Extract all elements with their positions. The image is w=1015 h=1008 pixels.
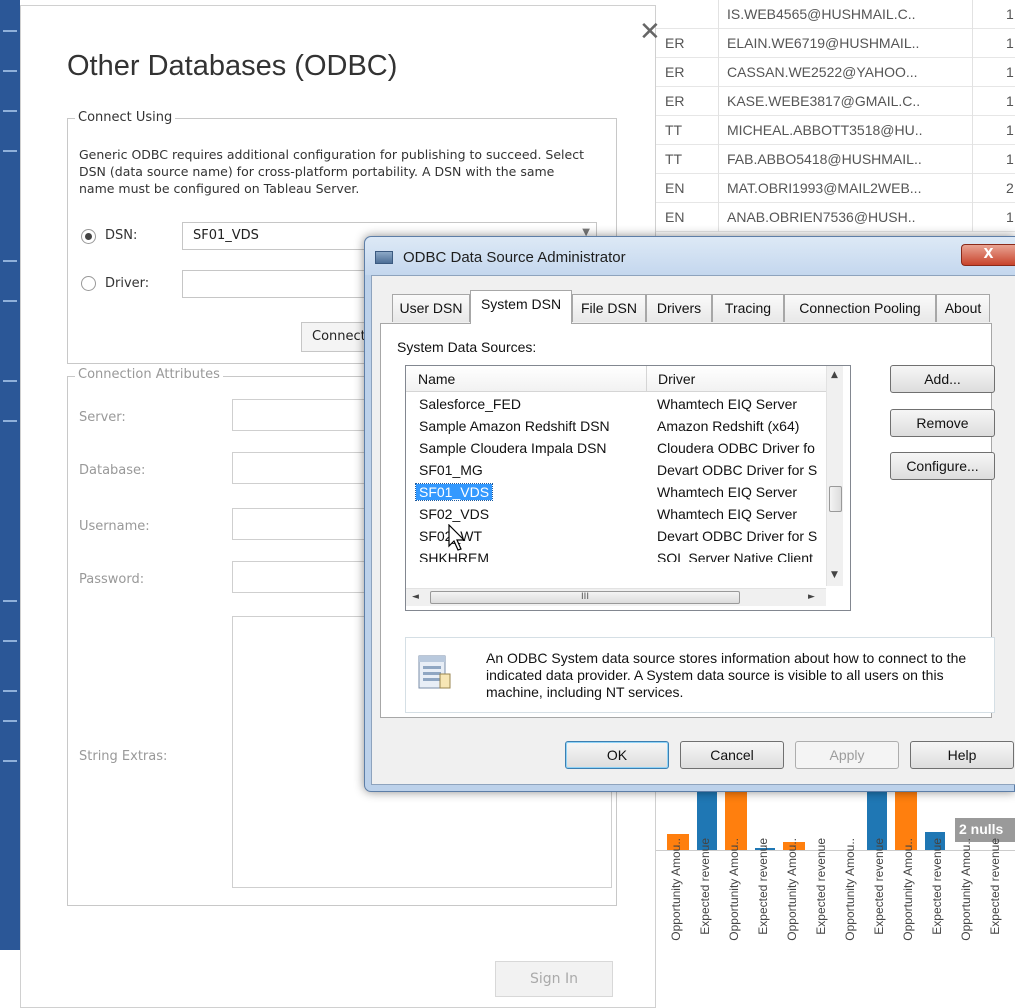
- x-tick-label: Expected revenue: [756, 838, 770, 935]
- table-row: EN MAT.OBRI1993@MAIL2WEB... 2: [655, 174, 1015, 203]
- odbc-admin-window: ODBC Data Source Administrator X User DS…: [364, 236, 1015, 792]
- username-label: Username:: [79, 519, 150, 534]
- tab-system-dsn[interactable]: System DSN: [470, 290, 572, 324]
- x-tick-label: Expected revenue: [872, 838, 886, 935]
- tab-user-dsn[interactable]: User DSN: [392, 294, 470, 322]
- dsn-radio[interactable]: [81, 229, 96, 244]
- tab-about[interactable]: About: [936, 294, 990, 322]
- password-label: Password:: [79, 572, 145, 587]
- add-button[interactable]: Add...: [890, 365, 995, 393]
- table-row: ER KASE.WEBE3817@GMAIL.C.. 1: [655, 87, 1015, 116]
- data-source-icon: [418, 655, 451, 689]
- sign-in-button[interactable]: Sign In: [495, 961, 613, 997]
- vertical-scrollbar[interactable]: ▲ ▼: [826, 366, 843, 586]
- scrollbar-thumb[interactable]: [829, 486, 842, 512]
- scroll-left-icon[interactable]: ◄: [412, 592, 419, 602]
- window-titlebar[interactable]: ODBC Data Source Administrator X: [365, 237, 1015, 275]
- server-label: Server:: [79, 410, 126, 425]
- info-text: An ODBC System data source stores inform…: [486, 650, 967, 700]
- dsn-label: DSN:: [105, 228, 138, 243]
- background-data-table: IS.WEB4565@HUSHMAIL.C.. 1 ER ELAIN.WE671…: [655, 0, 1015, 232]
- tab-connection-pooling[interactable]: Connection Pooling: [784, 294, 936, 322]
- close-icon[interactable]: X: [961, 244, 1015, 266]
- database-label: Database:: [79, 463, 146, 478]
- list-item-selected[interactable]: SF01_VDS Whamtech EIQ Server: [406, 482, 826, 504]
- x-tick-label: Expected revenue: [930, 838, 944, 935]
- horizontal-scrollbar[interactable]: ◄ III ►: [406, 588, 826, 606]
- list-item[interactable]: SHKHREM SQL Server Native Client: [406, 548, 826, 562]
- dsn-select-value: SF01_VDS: [193, 228, 259, 243]
- table-row: ER ELAIN.WE6719@HUSHMAIL.. 1: [655, 29, 1015, 58]
- column-header-driver[interactable]: Driver: [658, 371, 695, 387]
- close-icon[interactable]: ✕: [639, 19, 661, 45]
- driver-select[interactable]: [182, 270, 372, 298]
- connect-using-legend: Connect Using: [75, 110, 176, 125]
- connection-attributes-legend: Connection Attributes: [75, 367, 223, 382]
- left-sidebar-strip: [0, 0, 20, 950]
- column-header-name[interactable]: Name: [418, 371, 455, 387]
- x-tick-label: Expected revenue: [814, 838, 828, 935]
- x-tick-label: Opportunity Amou..: [843, 838, 857, 941]
- chart-x-axis: Opportunity Amou.. Expected revenue Oppo…: [655, 838, 1015, 1002]
- table-row: IS.WEB4565@HUSHMAIL.C.. 1: [655, 0, 1015, 29]
- dialog-title: Other Databases (ODBC): [67, 50, 398, 82]
- list-item[interactable]: Sample Cloudera Impala DSN Cloudera ODBC…: [406, 438, 826, 460]
- odbc-help-text: Generic ODBC requires additional configu…: [79, 147, 584, 196]
- configure-button[interactable]: Configure...: [890, 452, 995, 480]
- x-tick-label: Opportunity Amou..: [727, 838, 741, 941]
- apply-button[interactable]: Apply: [795, 741, 899, 769]
- help-button[interactable]: Help: [910, 741, 1014, 769]
- driver-radio[interactable]: [81, 276, 96, 291]
- list-item[interactable]: Sample Amazon Redshift DSN Amazon Redshi…: [406, 416, 826, 438]
- x-tick-label: Opportunity Amou..: [901, 838, 915, 941]
- x-tick-label: Expected revenue: [698, 838, 712, 935]
- list-item[interactable]: SF02_VDS Whamtech EIQ Server: [406, 504, 826, 526]
- tab-drivers[interactable]: Drivers: [646, 294, 712, 322]
- table-row: TT FAB.ABBO5418@HUSHMAIL.. 1: [655, 145, 1015, 174]
- table-row: ER CASSAN.WE2522@YAHOO... 1: [655, 58, 1015, 87]
- scroll-down-icon[interactable]: ▼: [831, 570, 838, 580]
- table-column-divider: [718, 0, 719, 232]
- info-box: An ODBC System data source stores inform…: [405, 637, 995, 713]
- x-tick-label: Opportunity Amou..: [959, 838, 973, 941]
- tab-file-dsn[interactable]: File DSN: [572, 294, 646, 322]
- ok-button[interactable]: OK: [565, 741, 669, 769]
- x-tick-label: Opportunity Amou..: [785, 838, 799, 941]
- x-tick-label: Opportunity Amou..: [669, 838, 683, 941]
- odbc-app-icon: [375, 251, 393, 264]
- system-data-sources-label: System Data Sources:: [397, 339, 537, 355]
- cancel-button[interactable]: Cancel: [680, 741, 784, 769]
- column-divider[interactable]: [646, 366, 647, 392]
- remove-button[interactable]: Remove: [890, 409, 995, 437]
- list-item[interactable]: SF01_MG Devart ODBC Driver for S: [406, 460, 826, 482]
- table-row: TT MICHEAL.ABBOTT3518@HU.. 1: [655, 116, 1015, 145]
- x-tick-label: Expected revenue: [988, 838, 1002, 935]
- string-extras-label: String Extras:: [79, 749, 168, 764]
- table-row: EN ANAB.OBRIEN7536@HUSH.. 1: [655, 203, 1015, 232]
- tab-tracing[interactable]: Tracing: [712, 294, 784, 322]
- window-title: ODBC Data Source Administrator: [403, 249, 626, 266]
- scroll-right-icon[interactable]: ►: [808, 592, 815, 602]
- table-column-divider: [972, 0, 973, 232]
- scrollbar-thumb[interactable]: III: [430, 591, 740, 604]
- connect-button[interactable]: Connect: [301, 322, 367, 352]
- list-item[interactable]: Salesforce_FED Whamtech EIQ Server: [406, 394, 826, 416]
- driver-label: Driver:: [105, 276, 150, 291]
- mouse-cursor-icon: [448, 524, 466, 551]
- list-item[interactable]: SF02_WT Devart ODBC Driver for S: [406, 526, 826, 548]
- list-header: Name Driver: [406, 366, 826, 392]
- scroll-up-icon[interactable]: ▲: [831, 370, 838, 380]
- system-dsn-list[interactable]: Name Driver Salesforce_FED Whamtech EIQ …: [405, 365, 851, 611]
